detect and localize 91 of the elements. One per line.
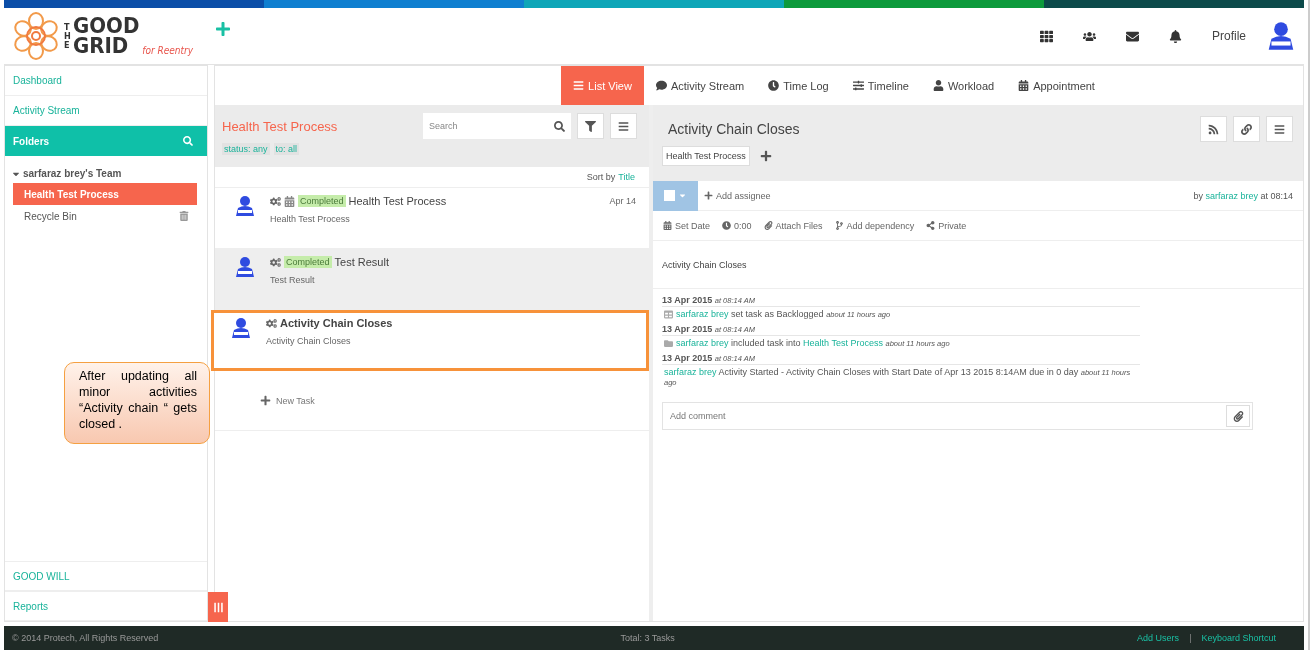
logo-text: THE xyxy=(64,22,72,50)
link-icon xyxy=(1241,123,1252,135)
avatar-icon xyxy=(234,256,256,278)
logo-tagline: for Reentry xyxy=(142,45,194,56)
status-checkbox[interactable] xyxy=(653,180,698,211)
task-title: Activity Chain Closes xyxy=(280,317,393,329)
task-subtitle: Health Test Process xyxy=(270,214,351,224)
separator: | xyxy=(1189,633,1192,643)
task-subtitle: Activity Chain Closes xyxy=(266,336,352,346)
task-title: Test Result xyxy=(334,256,389,268)
created-by-text: by sarfaraz brey at 08:14 xyxy=(1193,190,1293,201)
caret-icon xyxy=(678,191,687,200)
search-field[interactable]: Search xyxy=(423,113,571,139)
cogs-icon xyxy=(270,195,281,207)
menu-icon xyxy=(618,120,629,132)
rss-button[interactable] xyxy=(1200,116,1227,142)
action-button[interactable]: Private xyxy=(926,220,967,231)
view-tab[interactable]: Activity Stream xyxy=(643,66,757,105)
profile-link[interactable]: Profile xyxy=(1212,29,1246,43)
action-button[interactable]: Attach Files xyxy=(763,220,823,231)
share-icon xyxy=(926,221,936,230)
callout-note: After updating all minor activities “Activity chain “ gets closed . xyxy=(64,362,210,444)
clip-icon xyxy=(763,221,773,230)
flower-logo-icon xyxy=(12,12,60,60)
paperclip-icon xyxy=(1232,410,1244,422)
trash-icon[interactable] xyxy=(179,211,189,221)
logo-text: GOOD xyxy=(73,16,140,36)
clock-icon xyxy=(768,80,780,91)
bell-icon[interactable] xyxy=(1169,29,1182,43)
task-description: Activity Chain Closes xyxy=(653,241,1303,289)
footer-link[interactable]: Keyboard Shortcut xyxy=(1201,633,1276,643)
plus-icon xyxy=(260,395,271,406)
list-title: Health Test Process xyxy=(222,118,339,134)
sidebar-toggle-button[interactable] xyxy=(208,592,228,622)
cogs-icon xyxy=(270,256,281,268)
activity-icon xyxy=(664,339,673,348)
sort-label: Sort by xyxy=(586,172,616,182)
add-icon xyxy=(704,191,713,200)
sliders-icon xyxy=(852,80,864,91)
cogs-icon xyxy=(266,317,277,329)
comment-field[interactable]: Add comment xyxy=(662,402,1253,430)
task-title: Health Test Process xyxy=(348,195,447,207)
list-icon xyxy=(573,80,585,91)
avatar-icon xyxy=(230,317,252,339)
task-total: Total: 3 Tasks xyxy=(620,633,675,643)
rss-icon xyxy=(1208,123,1219,135)
activity-icon xyxy=(664,310,673,319)
folder-item[interactable]: Recycle Bin xyxy=(13,205,197,227)
avatar-icon xyxy=(234,195,256,217)
task-detail-title: Activity Chain Closes xyxy=(668,121,801,137)
bars-icon xyxy=(212,601,224,613)
status-badge: Completed xyxy=(298,195,346,207)
action-button[interactable]: Add dependency xyxy=(834,220,915,231)
apps-icon[interactable] xyxy=(1040,29,1053,43)
action-button[interactable]: 0:00 xyxy=(722,220,752,231)
task-row[interactable]: Completed Test Result Test Result xyxy=(215,249,649,310)
clock-icon xyxy=(722,221,732,230)
view-tab[interactable]: Time Log xyxy=(756,66,841,105)
folder-tag[interactable]: Health Test Process xyxy=(662,146,750,166)
menu-button[interactable] xyxy=(1266,116,1293,142)
view-tab[interactable]: Timeline xyxy=(840,66,921,105)
view-tab[interactable]: Workload xyxy=(920,66,1007,105)
link-button[interactable] xyxy=(1233,116,1260,142)
comment-icon xyxy=(655,80,667,91)
task-date: Apr 14 xyxy=(609,196,636,206)
view-tab[interactable]: Appointment xyxy=(1006,66,1107,105)
menu-icon xyxy=(1274,123,1285,135)
branch-icon xyxy=(834,221,844,230)
task-subtitle: Test Result xyxy=(270,275,316,285)
users-icon[interactable] xyxy=(1083,29,1096,43)
avatar-icon[interactable] xyxy=(1266,21,1296,51)
status-badge: Completed xyxy=(284,256,332,268)
calendar-icon xyxy=(663,221,672,230)
filter-button[interactable] xyxy=(577,113,604,139)
folders-label: Folders xyxy=(13,135,50,147)
mail-icon[interactable] xyxy=(1126,29,1139,43)
new-task-button[interactable]: New Task xyxy=(215,371,649,431)
copyright-text: © 2014 Protech, All Rights Reserved xyxy=(12,633,159,643)
calendar-icon xyxy=(1018,80,1030,91)
team-label[interactable]: sarfaraz brey's Team xyxy=(23,168,122,179)
logo-text: GRID xyxy=(73,36,130,56)
highlighted-task-row[interactable]: Activity Chain Closes Activity Chain Closes xyxy=(211,310,649,371)
filter-icon xyxy=(585,120,596,132)
attach-button[interactable] xyxy=(1226,405,1250,427)
search-icon xyxy=(554,120,565,132)
menu-button[interactable] xyxy=(610,113,637,139)
add-assignee-link[interactable]: Add assignee xyxy=(716,190,771,201)
add-icon[interactable] xyxy=(759,150,772,162)
action-button[interactable]: Set Date xyxy=(663,220,711,231)
footer-link[interactable]: Add Users xyxy=(1137,633,1180,643)
user-icon xyxy=(932,80,944,91)
